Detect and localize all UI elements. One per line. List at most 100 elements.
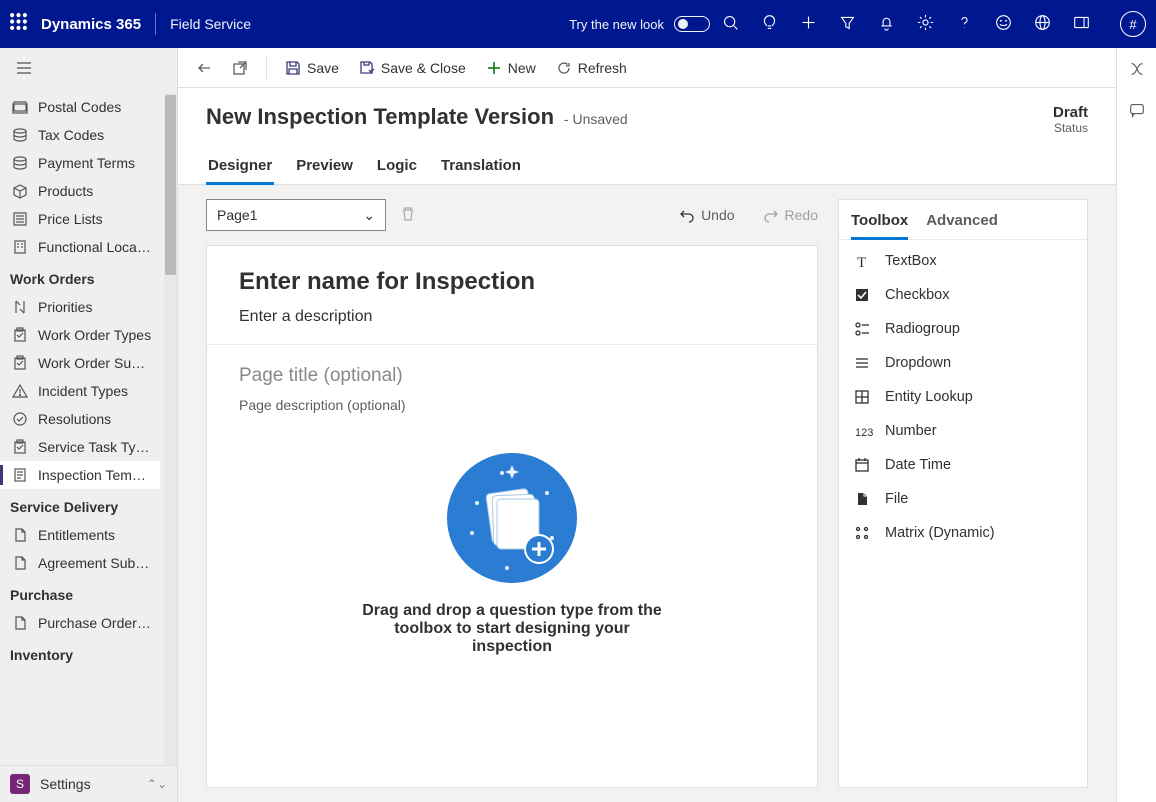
toolbox-item-label: Number: [885, 423, 937, 439]
toolbox-panel: Toolbox Advanced TTextBoxCheckboxRadiogro…: [838, 199, 1088, 788]
save-close-button[interactable]: Save & Close: [351, 56, 474, 80]
toolbox-item[interactable]: TTextBox: [839, 244, 1087, 278]
nav-item[interactable]: Entitlements: [0, 521, 160, 549]
designer-area: Page1 ⌄ Undo Redo Enter name for Inspect…: [178, 185, 1116, 802]
undo-button[interactable]: Undo: [679, 207, 734, 223]
nav-scroll[interactable]: Postal Codes Tax Codes Payment Terms Produc…: [0, 93, 177, 765]
nav-item-label: Work Order Types: [38, 327, 151, 343]
hamburger-icon[interactable]: [0, 48, 177, 93]
nav-item[interactable]: Priorities: [0, 293, 160, 321]
nav-item[interactable]: Payment Terms: [0, 149, 160, 177]
nav-item-label: Inspection Templa...: [38, 467, 152, 483]
toolbox-item[interactable]: Dropdown: [839, 346, 1087, 380]
checkbox-icon: [853, 286, 871, 304]
nav-item-label: Functional Locatio...: [38, 239, 152, 255]
area-switcher[interactable]: S Settings ⌃⌄: [0, 765, 177, 802]
toolbox-item[interactable]: Entity Lookup: [839, 380, 1087, 414]
updown-icon: ⌃⌄: [147, 777, 167, 791]
sidepanel-tab[interactable]: Advanced: [926, 212, 998, 239]
matrix-icon: [853, 524, 871, 542]
nav-item[interactable]: Functional Locatio...: [0, 233, 160, 261]
form-tab[interactable]: Logic: [375, 149, 419, 184]
form-tab[interactable]: Designer: [206, 149, 274, 184]
redo-button[interactable]: Redo: [763, 207, 818, 223]
nav-item[interactable]: Postal Codes: [0, 93, 160, 121]
app-launcher-icon[interactable]: [10, 13, 27, 35]
sitemap-nav: Postal Codes Tax Codes Payment Terms Produc…: [0, 48, 178, 802]
inspection-name-input[interactable]: Enter name for Inspection: [239, 268, 785, 296]
toolbox-item[interactable]: Radiogroup: [839, 312, 1087, 346]
nav-section-title: Work Orders: [0, 261, 177, 293]
nav-item[interactable]: Inspection Templa...: [0, 461, 160, 489]
scrollbar-track: [164, 93, 177, 765]
nav-item[interactable]: Work Order Subst...: [0, 349, 160, 377]
toolbox-item[interactable]: File: [839, 482, 1087, 516]
inspection-header-block[interactable]: Enter name for Inspection Enter a descri…: [207, 246, 817, 345]
area-badge: S: [10, 774, 30, 794]
back-button[interactable]: [188, 56, 220, 80]
nav-item[interactable]: Incident Types: [0, 377, 160, 405]
main-content: Save Save & Close New Refresh New Inspec…: [178, 48, 1116, 802]
nav-item-label: Incident Types: [38, 383, 128, 399]
scrollbar-thumb[interactable]: [165, 95, 176, 275]
toggle-icon[interactable]: [674, 16, 710, 32]
nav-section-title: Purchase: [0, 577, 177, 609]
nav-item[interactable]: Tax Codes: [0, 121, 160, 149]
chat-icon[interactable]: [1128, 101, 1146, 122]
command-bar: Save Save & Close New Refresh: [178, 48, 1116, 88]
panel-icon[interactable]: [1073, 14, 1090, 34]
nav-item[interactable]: Purchase Order S...: [0, 609, 160, 637]
nav-item-label: Products: [38, 183, 93, 199]
nav-item[interactable]: Work Order Types: [0, 321, 160, 349]
help-icon[interactable]: [956, 14, 973, 34]
filter-icon[interactable]: [839, 14, 856, 34]
toolbox-item-label: TextBox: [885, 253, 937, 269]
nav-item[interactable]: Agreement Substa...: [0, 549, 160, 577]
toolbox-item[interactable]: 123Number: [839, 414, 1087, 448]
file-icon: [853, 490, 871, 508]
refresh-button[interactable]: Refresh: [548, 56, 635, 80]
divider: [155, 13, 156, 35]
radio-icon: [853, 320, 871, 338]
try-new-look-toggle[interactable]: Try the new look: [569, 16, 710, 32]
form-tab[interactable]: Translation: [439, 149, 523, 184]
smile-icon[interactable]: [995, 14, 1012, 34]
inspection-desc-input[interactable]: Enter a description: [239, 308, 785, 326]
nav-item-label: Service Task Types: [38, 439, 152, 455]
brand-label[interactable]: Dynamics 365: [41, 16, 141, 33]
area-label: Settings: [40, 776, 91, 792]
nav-item-label: Resolutions: [38, 411, 111, 427]
delete-page-button[interactable]: [400, 206, 416, 225]
nav-item-label: Tax Codes: [38, 127, 104, 143]
page-desc-input[interactable]: Page description (optional): [239, 397, 785, 413]
chevron-down-icon: ⌄: [363, 207, 375, 224]
search-icon[interactable]: [722, 14, 739, 34]
copilot-icon[interactable]: [1128, 60, 1146, 81]
plus-icon[interactable]: [800, 14, 817, 34]
toolbox-item[interactable]: Matrix (Dynamic): [839, 516, 1087, 550]
nav-item[interactable]: Resolutions: [0, 405, 160, 433]
toolbox-item[interactable]: Date Time: [839, 448, 1087, 482]
page-title-input[interactable]: Page title (optional): [239, 365, 785, 387]
right-rail: [1116, 48, 1156, 802]
empty-state-text: Drag and drop a question type from the t…: [362, 602, 662, 656]
lightbulb-icon[interactable]: [761, 14, 778, 34]
nav-item-label: Postal Codes: [38, 99, 121, 115]
nav-item[interactable]: Price Lists: [0, 205, 160, 233]
nav-item[interactable]: Service Task Types: [0, 433, 160, 461]
page-selector[interactable]: Page1 ⌄: [206, 199, 386, 231]
open-new-window-button[interactable]: [224, 56, 256, 80]
save-button[interactable]: Save: [277, 56, 347, 80]
app-label[interactable]: Field Service: [170, 16, 251, 32]
gear-icon[interactable]: [917, 14, 934, 34]
page-selector-value: Page1: [217, 207, 257, 223]
sidepanel-tab[interactable]: Toolbox: [851, 212, 908, 239]
nav-item-label: Work Order Subst...: [38, 355, 152, 371]
bell-icon[interactable]: [878, 14, 895, 34]
user-avatar[interactable]: #: [1120, 11, 1146, 37]
form-tab[interactable]: Preview: [294, 149, 355, 184]
toolbox-item[interactable]: Checkbox: [839, 278, 1087, 312]
nav-item[interactable]: Products: [0, 177, 160, 205]
new-button[interactable]: New: [478, 56, 544, 80]
globe-icon[interactable]: [1034, 14, 1051, 34]
